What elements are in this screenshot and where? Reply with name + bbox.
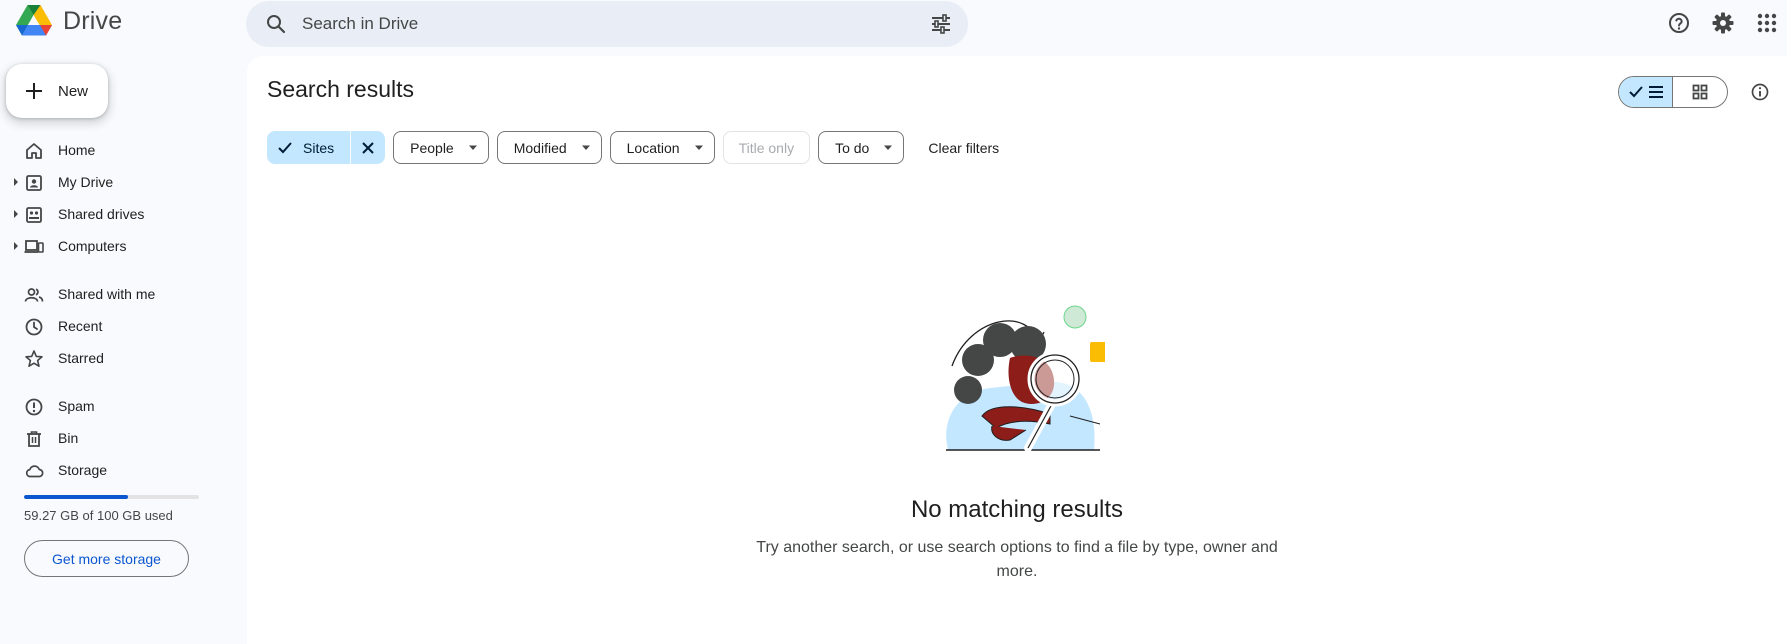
sidebar-item-starred[interactable]: Starred: [0, 342, 240, 374]
sidebar-item-label: Spam: [58, 398, 95, 414]
sidebar-item-storage[interactable]: Storage: [0, 454, 240, 486]
spam-alert-icon: [24, 397, 44, 417]
trash-icon: [24, 429, 44, 449]
storage-usage-text: 59.27 GB of 100 GB used: [24, 508, 173, 523]
clock-icon: [24, 317, 44, 337]
sidebar-item-my-drive[interactable]: My Drive: [0, 166, 240, 198]
cloud-icon: [24, 461, 44, 481]
sidebar-item-label: Home: [58, 142, 96, 158]
apps-grid-icon[interactable]: [1747, 3, 1787, 43]
expand-caret-icon[interactable]: [13, 178, 19, 186]
storage-usage-fill: [24, 495, 128, 499]
sidebar-item-label: Shared drives: [58, 206, 145, 222]
search-icon[interactable]: [264, 12, 288, 36]
expand-caret-icon[interactable]: [13, 210, 19, 218]
home-icon: [24, 141, 44, 161]
sidebar-item-label: My Drive: [58, 174, 114, 190]
help-icon[interactable]: [1659, 3, 1699, 43]
sidebar-item-bin[interactable]: Bin: [0, 422, 240, 454]
sidebar-item-home[interactable]: Home: [0, 134, 240, 166]
shared-drives-icon: [24, 205, 44, 225]
top-right-actions: [1659, 0, 1787, 46]
empty-state: No matching results Try another search, …: [247, 56, 1787, 644]
sidebar-item-label: Bin: [58, 430, 79, 446]
storage-usage-bar: [24, 495, 199, 499]
my-drive-icon: [24, 173, 44, 193]
no-results-illustration: [946, 305, 1105, 452]
sidebar-item-label: Computers: [58, 238, 127, 254]
search-options-icon[interactable]: [930, 13, 952, 35]
empty-state-title: No matching results: [910, 496, 1124, 523]
new-button[interactable]: New: [6, 64, 108, 118]
new-button-label: New: [58, 82, 89, 100]
computers-icon: [24, 237, 44, 257]
search-input[interactable]: [302, 9, 862, 39]
get-more-storage-button[interactable]: Get more storage: [24, 540, 189, 577]
star-icon: [24, 349, 44, 369]
main-panel: Search results Sites People Modified Loc…: [247, 56, 1787, 644]
drive-logo[interactable]: Drive: [15, 4, 122, 38]
sidebar-item-computers[interactable]: Computers: [0, 230, 240, 262]
sidebar-item-recent[interactable]: Recent: [0, 310, 240, 342]
top-bar: Drive: [0, 0, 1787, 56]
sidebar-item-shared-with-me[interactable]: Shared with me: [0, 278, 240, 310]
app-name: Drive: [63, 6, 123, 35]
sidebar-item-label: Starred: [58, 350, 104, 366]
search-bar[interactable]: [246, 1, 968, 47]
expand-caret-icon[interactable]: [13, 242, 19, 250]
settings-gear-icon[interactable]: [1703, 3, 1743, 43]
sidebar-item-label: Storage: [58, 462, 108, 478]
sidebar-item-spam[interactable]: Spam: [0, 390, 240, 422]
people-icon: [24, 285, 44, 305]
empty-state-description: Try another search, or use search option…: [756, 539, 1278, 580]
sidebar: New Home My Drive Shared drives Computer…: [0, 56, 247, 644]
sidebar-item-label: Recent: [58, 318, 103, 334]
sidebar-item-label: Shared with me: [58, 286, 156, 302]
sidebar-item-shared-drives[interactable]: Shared drives: [0, 198, 240, 230]
drive-logo-icon: [16, 5, 52, 36]
plus-icon: [26, 83, 42, 99]
